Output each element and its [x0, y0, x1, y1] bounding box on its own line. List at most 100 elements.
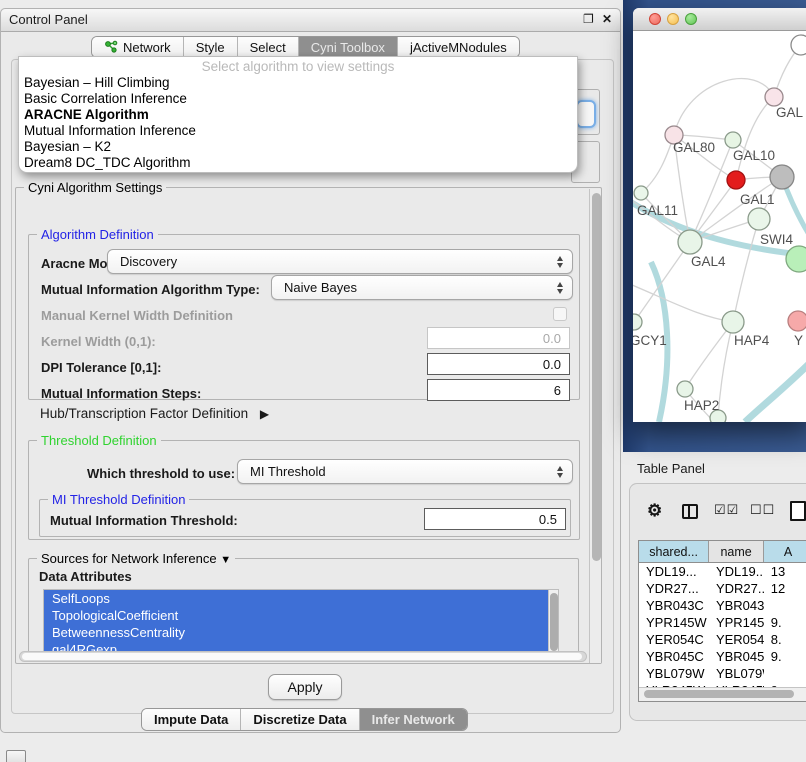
table-cell[interactable]: YDR27...	[709, 580, 764, 597]
tab-impute-data[interactable]: Impute Data	[142, 709, 241, 730]
mi-threshold-input[interactable]: 0.5	[424, 508, 566, 530]
attributes-list-scrollbar-thumb[interactable]	[550, 593, 558, 651]
tab-select-label: Select	[250, 40, 286, 55]
node-gal11[interactable]	[634, 186, 648, 200]
table-cell[interactable]: YDR27...	[639, 580, 709, 597]
column-header-name[interactable]: name	[709, 541, 764, 562]
table-cell[interactable]: YBR045C	[709, 648, 764, 665]
dpi-tolerance-input[interactable]: 0.0	[427, 353, 570, 375]
settings-vertical-scrollbar-thumb[interactable]	[592, 193, 601, 561]
table-cell[interactable]: YBR045C	[639, 648, 709, 665]
deselect-all-checkboxes-icon[interactable]: ☐☐	[750, 502, 775, 518]
aracne-mode-select[interactable]: Discovery	[107, 249, 573, 274]
node-gal4[interactable]	[678, 230, 702, 254]
table-cell[interactable]: YBR043C	[639, 597, 709, 614]
node-swi4[interactable]	[786, 246, 806, 272]
table-cell[interactable]: YDL19...	[709, 563, 764, 580]
column-header-cut[interactable]: A	[764, 541, 806, 562]
node-salmon[interactable]	[788, 311, 806, 331]
which-threshold-select[interactable]: MI Threshold	[237, 459, 573, 484]
float-window-icon[interactable]: ❐	[583, 12, 594, 26]
table-cell[interactable]	[764, 597, 806, 614]
table-cell[interactable]: YER054C	[709, 631, 764, 648]
list-item-topologicalcoefficient[interactable]: TopologicalCoefficient	[44, 607, 558, 624]
table-cell[interactable]: YBL079W	[639, 665, 709, 682]
attributes-list-scrollbar[interactable]	[548, 590, 558, 660]
node-gal-cut[interactable]	[765, 88, 783, 106]
gear-icon[interactable]: ⚙	[647, 501, 662, 521]
node-gray[interactable]	[770, 165, 794, 189]
file-icon[interactable]	[790, 501, 806, 521]
menu-item-aracne-algorithm[interactable]: ARACNE Algorithm	[24, 107, 149, 122]
select-all-checkboxes-icon[interactable]: ☑☑	[714, 502, 739, 518]
node-gcy1[interactable]	[633, 314, 642, 330]
kernel-width-input[interactable]: 0.0	[427, 327, 570, 349]
tab-network[interactable]: Network	[92, 37, 184, 57]
zoom-traffic-light-icon[interactable]	[685, 13, 697, 25]
table-row[interactable]: YDR27...YDR27...12	[639, 580, 806, 597]
table-cell[interactable]: 8.	[764, 631, 806, 648]
apply-button[interactable]: Apply	[268, 674, 342, 700]
node-gal10[interactable]	[725, 132, 741, 148]
dpi-tolerance-label: DPI Tolerance [0,1]:	[41, 360, 161, 375]
table-row[interactable]: YBR043CYBR043C	[639, 597, 806, 614]
menu-item-basic-correlation-inference[interactable]: Basic Correlation Inference	[24, 91, 187, 106]
table-cell[interactable]: YBL079W	[709, 665, 764, 682]
list-item-selfloops[interactable]: SelfLoops	[44, 590, 558, 607]
list-item-betweennesscentrality[interactable]: BetweennessCentrality	[44, 624, 558, 641]
table-row[interactable]: YER054CYER054C8.	[639, 631, 806, 648]
minimize-traffic-light-icon[interactable]	[667, 13, 679, 25]
settings-horizontal-scrollbar[interactable]	[19, 651, 587, 662]
table-cell[interactable]: YDL19...	[639, 563, 709, 580]
table-row[interactable]: YBR045CYBR045C9.	[639, 648, 806, 665]
tab-style[interactable]: Style	[184, 37, 238, 57]
table-cell[interactable]: 9.	[764, 648, 806, 665]
settings-horizontal-scrollbar-thumb[interactable]	[22, 653, 582, 660]
expander-down-icon[interactable]: ▼	[220, 554, 231, 566]
table-cell[interactable]: 12	[764, 580, 806, 597]
node-top-white[interactable]	[791, 35, 806, 55]
tab-cyni-toolbox[interactable]: Cyni Toolbox	[299, 37, 398, 57]
network-window-titlebar[interactable]	[633, 8, 806, 31]
mi-steps-input[interactable]: 6	[427, 379, 570, 401]
close-icon[interactable]: ✕	[602, 12, 612, 26]
table-cell[interactable]: YER054C	[639, 631, 709, 648]
node-hap4[interactable]	[722, 311, 744, 333]
tab-jactivemnodules[interactable]: jActiveMNodules	[398, 37, 519, 57]
menu-item-bayesian-hill-climbing[interactable]: Bayesian – Hill Climbing	[24, 75, 170, 90]
node-gal1[interactable]	[748, 208, 770, 230]
table-cell[interactable]: YPR145W	[709, 614, 764, 631]
minimized-panel-icon[interactable]	[6, 750, 26, 762]
hub-definition-expander[interactable]: Hub/Transcription Factor Definition ▶	[40, 406, 269, 421]
node-swi4-label: SWI4	[760, 232, 793, 247]
tab-discretize-data[interactable]: Discretize Data	[241, 709, 359, 730]
table-row[interactable]: YPR145WYPR145W9.	[639, 614, 806, 631]
table-cell[interactable]: YPR145W	[639, 614, 709, 631]
close-traffic-light-icon[interactable]	[649, 13, 661, 25]
table-cell[interactable]: 9.	[764, 614, 806, 631]
columns-icon[interactable]	[682, 504, 698, 519]
tab-infer-network[interactable]: Infer Network	[360, 709, 467, 730]
network-edge	[674, 79, 774, 135]
node-red[interactable]	[727, 171, 745, 189]
table-row[interactable]: YBL079WYBL079W	[639, 665, 806, 682]
node-hap2[interactable]	[677, 381, 693, 397]
table-cell[interactable]: YBR043C	[709, 597, 764, 614]
algorithm-definition-title: Algorithm Definition	[37, 227, 158, 242]
table-row[interactable]: YDL19...YDL19...13	[639, 563, 806, 580]
menu-item-bayesian-k2[interactable]: Bayesian – K2	[24, 139, 111, 154]
network-canvas[interactable]: GALGAL80GAL10GAL11GAL1GAL4SWI4GCY1HAP4YH…	[633, 30, 806, 422]
mi-algorithm-type-select[interactable]: Naive Bayes	[271, 275, 573, 300]
table-horizontal-scrollbar-thumb[interactable]	[644, 690, 794, 698]
node-gal1-label: GAL1	[740, 192, 775, 207]
settings-vertical-scrollbar[interactable]	[589, 189, 601, 663]
menu-item-mutual-information-inference[interactable]: Mutual Information Inference	[24, 123, 196, 138]
table-cell[interactable]: 13	[764, 563, 806, 580]
menu-item-dream8-dc-tdc[interactable]: Dream8 DC_TDC Algorithm	[24, 155, 191, 170]
tab-select[interactable]: Select	[238, 37, 299, 57]
table-horizontal-scrollbar[interactable]	[639, 687, 806, 701]
manual-kernel-width-checkbox[interactable]	[553, 307, 567, 321]
column-header-shared-name[interactable]: shared...	[639, 541, 709, 562]
table-cell[interactable]	[764, 665, 806, 682]
control-panel-titlebar[interactable]: Control Panel ❐ ✕	[1, 9, 620, 32]
